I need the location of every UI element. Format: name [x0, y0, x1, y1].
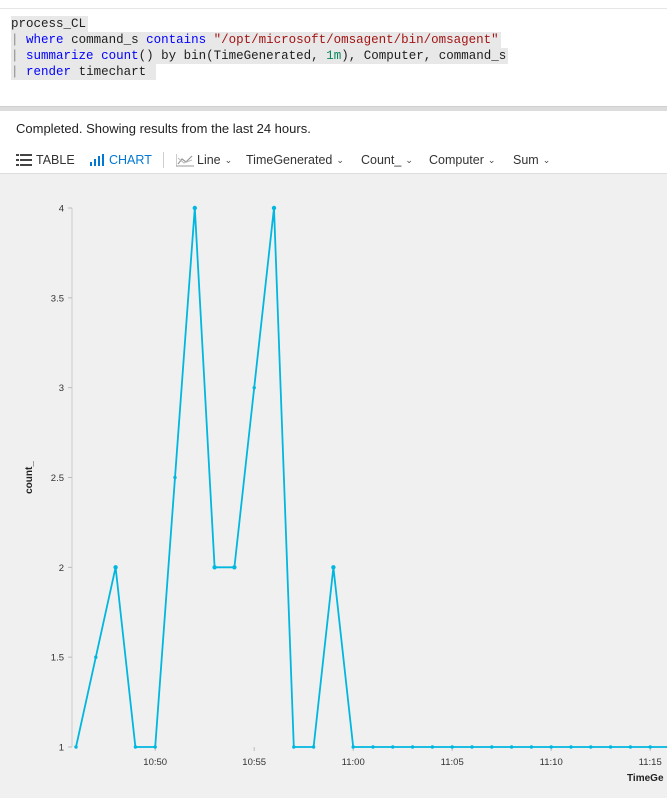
data-point [271, 205, 277, 211]
data-point [391, 745, 395, 749]
data-point [133, 745, 138, 749]
line-chart-icon [176, 153, 194, 166]
pipe-operator: | [11, 65, 19, 79]
y-tick-label: 2.5 [51, 473, 64, 484]
chart-type-dropdown[interactable]: Line ⌄ [176, 151, 232, 169]
table-name: process_CL [11, 17, 87, 31]
query-line-1[interactable]: process_CL [11, 16, 89, 32]
aggregation-dropdown[interactable]: Sum ⌄ [513, 151, 550, 169]
data-point [192, 205, 197, 211]
data-point [549, 745, 553, 749]
query-line-2[interactable]: | where command_s contains "/opt/microso… [11, 32, 501, 48]
y-axis-label: count_ [24, 461, 35, 494]
data-point [648, 745, 652, 749]
table-view-button[interactable]: TABLE [16, 151, 75, 169]
bar-chart-icon [90, 154, 104, 166]
data-point [490, 745, 494, 749]
x-tick-label: 10:50 [143, 757, 167, 768]
summarize-keyword: summarize [26, 49, 94, 63]
status-message: Completed. Showing results from the last… [16, 121, 311, 136]
line-label: Line [197, 153, 221, 167]
query-line-4[interactable]: | render timechart [11, 64, 156, 80]
y-tick-label: 3 [59, 383, 64, 394]
data-point [569, 745, 573, 749]
data-point [430, 745, 435, 749]
data-point [292, 745, 296, 749]
y-tick-label: 2 [59, 563, 64, 574]
chart-panel: 1 1.5 2 2.5 3 3.5 4 10:50 10:55 11:00 11:05 11:10 11… [0, 173, 667, 798]
y-tick-label: 3.5 [51, 293, 64, 304]
data-point [153, 745, 157, 749]
field-name: command_s [71, 33, 139, 47]
x-tick-label: 11:00 [342, 757, 365, 768]
data-point [450, 745, 454, 749]
render-keyword: render [26, 65, 72, 79]
x-tick-label: 11:15 [639, 757, 662, 768]
bin-args-a: (TimeGenerated, [206, 49, 319, 63]
data-point [509, 745, 514, 749]
data-point [212, 565, 217, 570]
bin-size: 1m [326, 49, 342, 63]
chart-view-button[interactable]: CHART [90, 151, 152, 169]
data-point [351, 745, 355, 749]
x-tick-label: 10:55 [242, 757, 266, 768]
data-point [410, 745, 415, 749]
data-point [628, 745, 633, 749]
y-tick-label: 1 [59, 743, 64, 754]
results-toolbar: TABLE CHART Line ⌄ TimeGenerated ⌄ Count… [0, 146, 667, 172]
data-point [252, 386, 256, 390]
pipe-operator: | [11, 49, 19, 63]
string-literal: "/opt/microsoft/omsagent/bin/omsagent" [213, 33, 499, 47]
bin-args-b: ), Computer, command_s [341, 49, 507, 63]
chevron-down-icon: ⌄ [487, 155, 496, 165]
data-point [529, 745, 534, 749]
by-keyword: by [161, 49, 177, 63]
data-point [371, 745, 375, 749]
aggregation-label: Sum [513, 153, 539, 167]
data-point [470, 745, 474, 749]
where-keyword: where [26, 33, 64, 47]
data-point [173, 475, 177, 480]
count-parens: () [138, 49, 154, 63]
chevron-down-icon: ⌄ [224, 155, 233, 165]
contains-operator: contains [146, 33, 207, 47]
data-point [232, 565, 237, 570]
chevron-down-icon: ⌄ [542, 155, 551, 165]
y-axis-dropdown[interactable]: Count_ ⌄ [361, 151, 413, 169]
data-point [331, 565, 336, 570]
y-tick-label: 1.5 [51, 653, 64, 664]
x-axis-dropdown[interactable]: TimeGenerated ⌄ [246, 151, 344, 169]
timechart-keyword: timechart [78, 65, 147, 79]
data-point [113, 565, 118, 570]
chevron-down-icon: ⌄ [336, 155, 344, 165]
data-point [311, 745, 316, 749]
x-axis-label: TimeGe [627, 773, 664, 784]
x-field-label: TimeGenerated [246, 153, 333, 167]
line-chart[interactable]: 1 1.5 2 2.5 3 3.5 4 10:50 10:55 11:00 11:05 11:10 11… [0, 174, 667, 798]
series-line [75, 207, 667, 748]
table-label: TABLE [36, 153, 75, 167]
y-tick-label: 4 [59, 204, 64, 215]
chart-label: CHART [109, 153, 152, 167]
data-point [94, 655, 98, 659]
query-editor[interactable]: process_CL | where command_s contains "/… [0, 9, 667, 106]
query-line-3[interactable]: | summarize count() by bin(TimeGenerated… [11, 48, 509, 64]
count-function: count [101, 49, 139, 63]
pane-splitter[interactable] [0, 106, 667, 111]
data-point [608, 745, 613, 749]
x-tick-label: 11:10 [540, 757, 563, 768]
table-icon [16, 154, 32, 166]
toolbar-divider [163, 152, 164, 168]
chevron-down-icon: ⌄ [405, 155, 413, 165]
data-point [74, 745, 78, 749]
y-field-label: Count_ [361, 153, 402, 167]
data-point [589, 745, 593, 749]
x-tick-label: 11:05 [441, 757, 464, 768]
split-by-dropdown[interactable]: Computer ⌄ [429, 151, 495, 169]
bin-function: bin [183, 49, 207, 63]
split-field-label: Computer [429, 153, 484, 167]
pipe-operator: | [11, 33, 19, 47]
top-bar [0, 0, 667, 9]
